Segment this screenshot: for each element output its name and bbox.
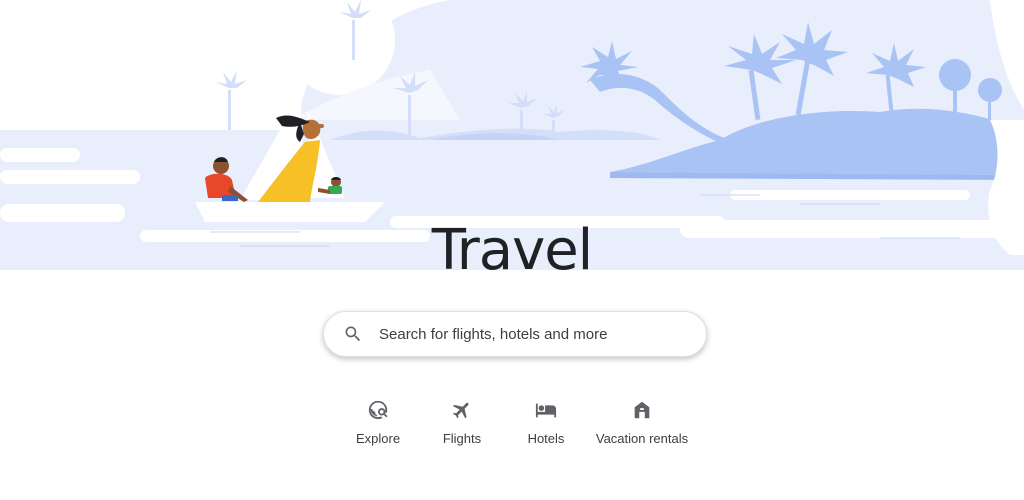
explore-globe-icon [366,398,390,422]
airplane-icon [450,398,474,422]
nav-item-explore[interactable]: Explore [355,398,401,446]
hotel-bed-icon [534,398,558,422]
page-title: Travel [431,218,593,283]
nav-item-flights[interactable]: Flights [441,398,483,446]
nav-item-vacation-rentals[interactable]: Vacation rentals [592,398,692,446]
nav-item-hotels[interactable]: Hotels [526,398,566,446]
search-box[interactable] [323,311,707,357]
nav-item-label: Flights [442,431,482,446]
search-icon[interactable] [343,324,363,344]
search-input[interactable] [377,324,706,344]
nav-item-label: Vacation rentals [595,431,689,446]
house-icon [630,398,654,422]
category-nav: Explore Flights Hotels Vacation rentals [0,398,1024,458]
nav-item-label: Hotels [527,431,565,446]
nav-item-label: Explore [355,431,401,446]
